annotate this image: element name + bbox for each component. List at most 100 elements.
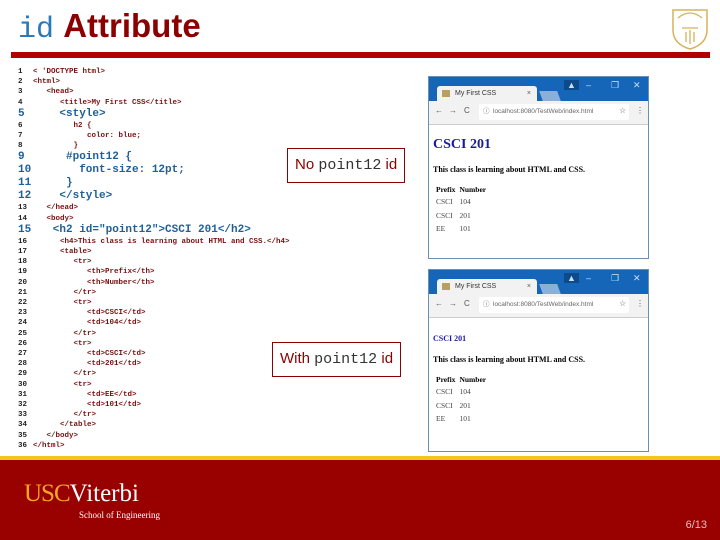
table-row: CSCI 104 bbox=[435, 195, 487, 209]
line-text: <td>CSCI</td> bbox=[33, 350, 146, 359]
tab-title: My First CSS bbox=[455, 90, 497, 97]
code-line: 8 } bbox=[18, 141, 290, 151]
line-number: 31 bbox=[18, 390, 28, 399]
line-text: </table> bbox=[33, 421, 97, 430]
bookmark-star-icon[interactable]: ☆ bbox=[619, 299, 626, 308]
code-line: 13 </head> bbox=[18, 203, 290, 213]
line-text: <td>201</td> bbox=[33, 360, 142, 369]
back-icon[interactable]: ← bbox=[435, 299, 443, 308]
line-number: 6 bbox=[18, 121, 23, 130]
new-tab-button[interactable] bbox=[539, 284, 561, 294]
code-line: 15 <h2 id="point12">CSCI 201</h2> bbox=[18, 224, 290, 237]
line-number: 22 bbox=[18, 299, 28, 308]
slide-title: id Attribute bbox=[18, 6, 201, 50]
minimize-icon[interactable]: – bbox=[586, 273, 591, 283]
back-icon[interactable]: ← bbox=[435, 106, 443, 115]
line-number: 8 bbox=[18, 142, 23, 151]
minimize-icon[interactable]: – bbox=[586, 80, 591, 90]
line-number: 28 bbox=[18, 360, 28, 369]
code-line: 7 color: blue; bbox=[18, 131, 290, 141]
tab-close-icon[interactable]: × bbox=[527, 279, 531, 294]
line-text: <td>EE</td> bbox=[33, 390, 137, 399]
reload-icon[interactable]: C bbox=[464, 106, 470, 115]
line-number: 29 bbox=[18, 370, 28, 379]
line-number: 35 bbox=[18, 431, 28, 440]
line-number: 26 bbox=[18, 339, 28, 348]
close-window-icon[interactable]: ✕ bbox=[633, 273, 641, 284]
browser-tab[interactable]: My First CSS × bbox=[437, 279, 537, 294]
page-heading: CSCI 201 bbox=[433, 137, 491, 152]
url-text: localhost:8080/TestWeb/index.html bbox=[493, 108, 594, 115]
code-line: 16 <h4>This class is learning about HTML… bbox=[18, 237, 290, 247]
code-line: 22 <tr> bbox=[18, 298, 290, 308]
line-number: 5 bbox=[18, 107, 25, 120]
favicon-icon bbox=[442, 283, 450, 290]
table-cell: CSCI bbox=[436, 400, 453, 410]
code-listing: 1 < 'DOCTYPE html> 2 <html> 3 <head> 4 <title… bbox=[18, 67, 290, 451]
line-text: </tr> bbox=[33, 288, 97, 297]
page-number: 6/13 bbox=[685, 519, 707, 531]
code-line: 10 font-size: 12pt; bbox=[18, 164, 290, 177]
code-line: 33 </tr> bbox=[18, 410, 290, 420]
address-bar[interactable]: ⓘ localhost:8080/TestWeb/index.html bbox=[479, 297, 629, 313]
line-text: <table> bbox=[33, 248, 92, 257]
code-line: 11 } bbox=[18, 177, 290, 190]
line-text: <tr> bbox=[33, 380, 92, 389]
reload-icon[interactable]: C bbox=[464, 299, 470, 308]
line-number: 17 bbox=[18, 248, 28, 257]
page-content: CSCI 201 This class is learning about HT… bbox=[429, 318, 648, 432]
code-line: 34 </table> bbox=[18, 420, 290, 430]
course-table: Prefix Number CSCI 104 CSCI 201 EE 101 bbox=[433, 184, 489, 236]
maximize-icon[interactable]: ❐ bbox=[611, 80, 619, 91]
line-text: <td>101</td> bbox=[33, 401, 142, 410]
course-table: Prefix Number CSCI 104 CSCI 201 EE 101 bbox=[433, 374, 489, 426]
table-cell: 201 bbox=[459, 400, 471, 410]
forward-icon[interactable]: → bbox=[449, 299, 457, 308]
browser-tab[interactable]: My First CSS × bbox=[437, 86, 537, 101]
label-with-point12: With point12 id bbox=[272, 342, 402, 377]
line-number: 21 bbox=[18, 288, 28, 297]
menu-icon[interactable]: ⋮ bbox=[636, 299, 644, 308]
code-line: 21 </tr> bbox=[18, 288, 290, 298]
line-text: <html> bbox=[33, 78, 61, 87]
maximize-icon[interactable]: ❐ bbox=[611, 273, 619, 284]
line-text: <h2 id="point12">CSCI 201</h2> bbox=[33, 223, 251, 236]
tab-close-icon[interactable]: × bbox=[527, 86, 531, 101]
address-bar[interactable]: ⓘ localhost:8080/TestWeb/index.html bbox=[479, 104, 629, 120]
line-text: <head> bbox=[33, 88, 74, 97]
line-number: 3 bbox=[18, 88, 23, 97]
line-number: 30 bbox=[18, 380, 28, 389]
table-cell: 101 bbox=[459, 414, 471, 423]
line-number: 24 bbox=[18, 319, 28, 328]
url-text: localhost:8080/TestWeb/index.html bbox=[493, 301, 594, 308]
line-text: font-size: 12pt; bbox=[33, 164, 185, 177]
new-tab-button[interactable] bbox=[539, 91, 561, 101]
menu-icon[interactable]: ⋮ bbox=[636, 106, 644, 115]
line-text: </html> bbox=[33, 441, 65, 450]
line-text: <td>104</td> bbox=[33, 319, 142, 328]
browser-screenshot-no-id: My First CSS × ▲ – ❐ ✕ ← → C ⓘ localhost:8… bbox=[428, 76, 649, 259]
line-number: 13 bbox=[18, 204, 28, 213]
forward-icon[interactable]: → bbox=[449, 106, 457, 115]
line-text: <th>Prefix</th> bbox=[33, 268, 155, 277]
line-text: } bbox=[33, 177, 73, 190]
browser-titlebar: My First CSS × ▲ – ❐ ✕ bbox=[429, 270, 648, 294]
line-number: 10 bbox=[18, 164, 32, 177]
close-window-icon[interactable]: ✕ bbox=[633, 80, 641, 91]
line-text: <tr> bbox=[33, 299, 92, 308]
profile-icon[interactable]: ▲ bbox=[564, 273, 579, 283]
bookmark-star-icon[interactable]: ☆ bbox=[619, 106, 626, 115]
code-line: 25 </tr> bbox=[18, 329, 290, 339]
table-header: Prefix bbox=[436, 375, 456, 384]
table-row: EE 101 bbox=[435, 222, 487, 236]
line-number: 2 bbox=[18, 78, 23, 87]
line-number: 32 bbox=[18, 401, 28, 410]
label-no-point12: No point12 id bbox=[287, 148, 406, 183]
line-number: 25 bbox=[18, 329, 28, 338]
code-line: 35 </body> bbox=[18, 431, 290, 441]
usc-viterbi-logo: USCViterbi bbox=[24, 480, 139, 507]
profile-icon[interactable]: ▲ bbox=[564, 80, 579, 90]
code-line: 1 < 'DOCTYPE html> bbox=[18, 67, 290, 77]
title-code: id bbox=[18, 13, 55, 47]
code-line: 17 <table> bbox=[18, 247, 290, 257]
